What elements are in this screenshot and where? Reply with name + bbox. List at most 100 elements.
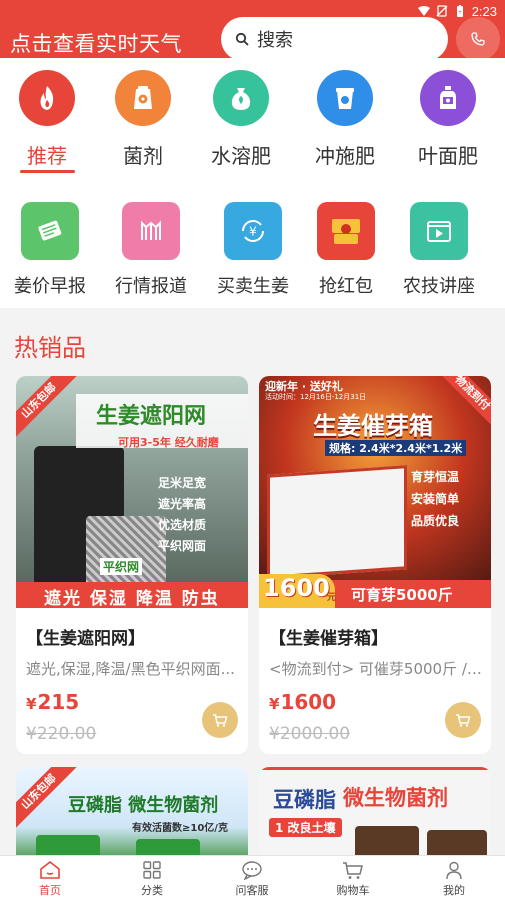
tab-label: 购物车 <box>336 884 370 897</box>
tab-label: 分类 <box>141 884 163 897</box>
tab-home[interactable]: 首页 <box>10 859 90 897</box>
search-icon <box>235 32 249 46</box>
image-tag: 平织网 <box>100 558 143 575</box>
svg-text:¥: ¥ <box>249 225 257 239</box>
bottom-tab-bar: 首页 分类 问客服 购物车 我的 <box>0 855 505 897</box>
category-recommend[interactable]: 推荐 <box>2 70 92 169</box>
tab-cart[interactable]: 购物车 <box>313 859 393 897</box>
service-ginger-price-report[interactable]: 姜价早报 <box>0 202 100 298</box>
image-headline-a: 豆磷脂 <box>273 788 336 812</box>
sack-icon <box>213 70 269 126</box>
product-card[interactable]: 迎新年 · 送好礼 活动时间：12月16日-12月31日 物流到付 生姜催芽箱 … <box>259 376 491 754</box>
red-envelope-icon <box>317 202 375 260</box>
service-agri-lectures[interactable]: 农技讲座 <box>389 202 489 298</box>
product-price: ¥1600 <box>269 690 337 714</box>
fertilizer-bag-icon <box>115 70 171 126</box>
image-headline: 生姜遮阳网 <box>96 404 207 429</box>
image-footer: 可育芽5000斤 <box>351 586 453 604</box>
chart-icon <box>122 202 180 260</box>
battery-icon: + <box>456 5 463 17</box>
image-headline-b: 微生物菌剂 <box>343 786 448 810</box>
active-category-indicator <box>20 170 75 173</box>
tab-profile[interactable]: 我的 <box>414 859 494 897</box>
service-label: 买卖生姜 <box>217 276 289 297</box>
product-desc: 遮光,保湿,降温/黑色平织网面... <box>26 660 235 678</box>
product-original-price: ¥2000.00 <box>269 724 351 744</box>
product-price: ¥215 <box>26 690 80 714</box>
category-water-soluble[interactable]: 水溶肥 <box>196 70 286 169</box>
wifi-icon <box>417 6 430 16</box>
cart-icon <box>456 714 471 727</box>
phone-button[interactable] <box>456 17 500 61</box>
no-sim-icon <box>436 5 448 17</box>
image-headline: 豆磷脂 微生物菌剂 <box>68 795 219 816</box>
product-desc: <物流到付> 可催芽5000斤 / ... <box>269 660 485 678</box>
category-bar: 推荐 菌剂 水溶肥 冲施肥 叶面肥 <box>0 58 505 178</box>
search-input[interactable]: 搜索 <box>221 17 448 61</box>
image-headline: 生姜催芽箱 <box>313 412 433 440</box>
chat-icon <box>242 861 262 880</box>
image-badge: 1 改良土壤 <box>269 818 342 837</box>
newspaper-icon <box>21 202 79 260</box>
image-feature: 足米足宽 <box>158 476 207 490</box>
svg-text:+: + <box>458 10 462 16</box>
video-icon <box>410 202 468 260</box>
tab-category[interactable]: 分类 <box>112 859 192 897</box>
category-label: 冲施肥 <box>315 144 375 168</box>
product-image: 豆磷脂 微生物菌剂 1 改良土壤 <box>259 767 491 867</box>
category-foliar[interactable]: 叶面肥 <box>403 70 493 169</box>
bucket-icon <box>317 70 373 126</box>
tab-label: 问客服 <box>235 884 269 897</box>
add-to-cart-button[interactable] <box>202 702 238 738</box>
service-label: 农技讲座 <box>403 276 475 297</box>
category-label: 叶面肥 <box>418 144 478 168</box>
tab-label: 我的 <box>443 884 465 897</box>
product-image: 生姜遮阳网 可用3-5年 经久耐磨 足米足宽 遮光率高 优选材质 平织网面 平织… <box>16 376 248 608</box>
service-label: 行情报道 <box>115 276 187 297</box>
grid-icon <box>143 861 161 879</box>
hot-section-title: 热销品 <box>14 334 86 362</box>
image-ribbon: 山东包邮 <box>16 376 78 440</box>
image-ribbon: 物流到付 <box>433 376 491 432</box>
image-feature: 平织网面 <box>158 539 207 553</box>
weather-link[interactable]: 点击查看实时天气 <box>10 28 182 58</box>
cart-icon <box>213 714 228 727</box>
tab-label: 首页 <box>39 884 61 897</box>
image-feature: 优选材质 <box>158 518 207 532</box>
tab-customer-service[interactable]: 问客服 <box>212 859 292 897</box>
flame-icon <box>19 70 75 126</box>
service-market-news[interactable]: 行情报道 <box>101 202 201 298</box>
image-promo-date: 活动时间：12月16日-12月31日 <box>265 393 367 401</box>
service-shortcuts: 姜价早报 行情报道 ¥ 买卖生姜 抢红包 农技讲座 <box>0 178 505 308</box>
product-card[interactable]: 豆磷脂 微生物菌剂 1 改良土壤 <box>259 767 491 867</box>
app-header: + 2:23 点击查看实时天气 搜索 <box>0 0 505 61</box>
image-footer: 遮光 保湿 降温 防虫 <box>44 589 220 608</box>
product-card[interactable]: 山东包邮 豆磷脂 微生物菌剂 有效活菌数≥10亿/克 <box>16 767 248 867</box>
phone-icon <box>471 32 485 46</box>
service-red-envelope[interactable]: 抢红包 <box>296 202 396 298</box>
image-feature: 育芽恒温 <box>411 470 460 484</box>
image-spec: 规格: 2.4米*2.4米*1.2米 <box>325 440 467 456</box>
service-trade-ginger[interactable]: ¥ 买卖生姜 <box>203 202 303 298</box>
category-microbial[interactable]: 菌剂 <box>98 70 188 169</box>
add-to-cart-button[interactable] <box>445 702 481 738</box>
user-icon <box>446 861 462 880</box>
image-subline: 有效活菌数≥10亿/克 <box>132 823 228 834</box>
search-placeholder: 搜索 <box>257 30 293 51</box>
category-label: 推荐 <box>27 144 67 168</box>
image-feature: 安装简单 <box>411 492 460 506</box>
product-title: 【生姜催芽箱】 <box>269 629 388 649</box>
category-label: 菌剂 <box>123 144 163 168</box>
category-flush-fertilizer[interactable]: 冲施肥 <box>300 70 390 169</box>
product-image: 迎新年 · 送好礼 活动时间：12月16日-12月31日 物流到付 生姜催芽箱 … <box>259 376 491 608</box>
image-price-tag: 1600 <box>263 574 330 602</box>
cart-icon <box>343 862 363 879</box>
bottle-icon <box>420 70 476 126</box>
product-card[interactable]: 生姜遮阳网 可用3-5年 经久耐磨 足米足宽 遮光率高 优选材质 平织网面 平织… <box>16 376 248 754</box>
image-subline: 可用3-5年 经久耐磨 <box>118 436 219 449</box>
product-title: 【生姜遮阳网】 <box>26 629 145 649</box>
image-price-unit: 元 <box>327 593 337 603</box>
product-image: 山东包邮 豆磷脂 微生物菌剂 有效活菌数≥10亿/克 <box>16 767 248 867</box>
category-label: 水溶肥 <box>211 144 271 168</box>
service-label: 抢红包 <box>319 276 373 297</box>
